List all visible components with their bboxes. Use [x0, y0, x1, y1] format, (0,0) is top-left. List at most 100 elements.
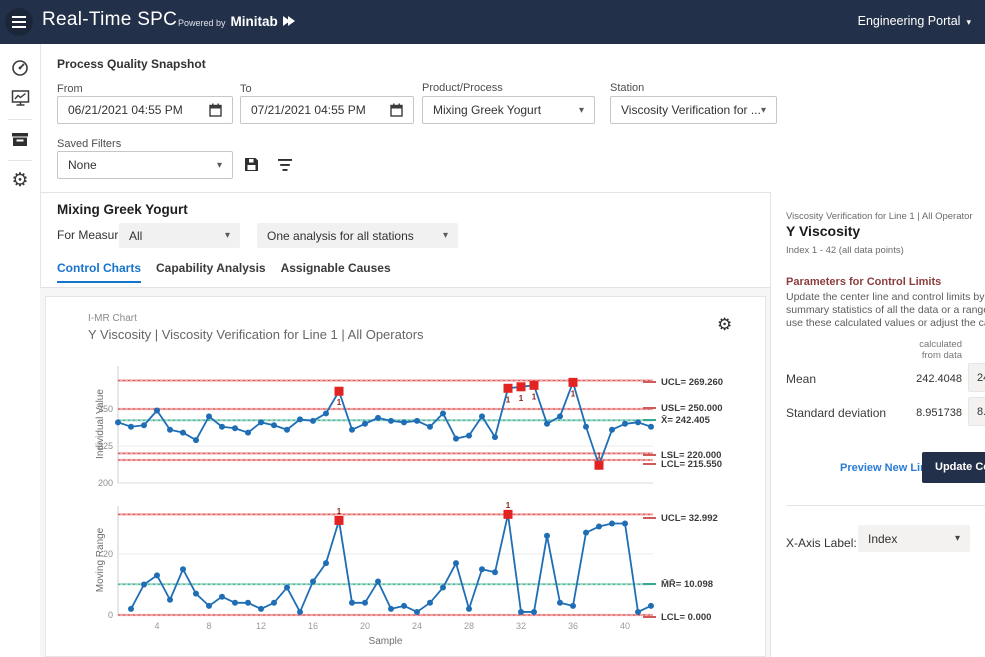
- data-point[interactable]: [375, 415, 381, 421]
- data-point[interactable]: [167, 597, 173, 603]
- save-filter-button[interactable]: [243, 156, 260, 178]
- data-point[interactable]: [180, 430, 186, 436]
- chart-settings-button[interactable]: ⚙: [717, 315, 732, 335]
- data-point[interactable]: [167, 427, 173, 433]
- data-point[interactable]: [388, 418, 394, 424]
- data-point[interactable]: [232, 600, 238, 606]
- out-of-control-point[interactable]: [335, 387, 344, 396]
- data-point[interactable]: [453, 436, 459, 442]
- xaxis-select[interactable]: Index ▾: [858, 525, 970, 552]
- out-of-control-point[interactable]: [335, 516, 344, 525]
- data-point[interactable]: [388, 606, 394, 612]
- data-point[interactable]: [622, 521, 628, 527]
- mean-input[interactable]: 242.4048: [968, 363, 985, 392]
- sidebar-item-storage[interactable]: [0, 126, 40, 152]
- data-point[interactable]: [154, 572, 160, 578]
- data-point[interactable]: [401, 419, 407, 425]
- data-point[interactable]: [115, 419, 121, 425]
- data-point[interactable]: [258, 606, 264, 612]
- tab-assignable-causes[interactable]: Assignable Causes: [281, 261, 391, 283]
- data-point[interactable]: [310, 578, 316, 584]
- data-point[interactable]: [479, 566, 485, 572]
- data-point[interactable]: [518, 609, 524, 615]
- out-of-control-point[interactable]: [530, 381, 539, 390]
- data-point[interactable]: [427, 424, 433, 430]
- data-point[interactable]: [401, 603, 407, 609]
- data-point[interactable]: [609, 427, 615, 433]
- data-point[interactable]: [258, 419, 264, 425]
- stddev-input[interactable]: 8.951738: [968, 397, 985, 426]
- tab-control-charts[interactable]: Control Charts: [57, 261, 141, 283]
- saved-filters-select[interactable]: None ▾: [57, 151, 233, 179]
- data-point[interactable]: [193, 591, 199, 597]
- data-point[interactable]: [310, 418, 316, 424]
- moving-range-chart[interactable]: 020481216202428323640SampleMoving Range1…: [95, 498, 670, 650]
- data-point[interactable]: [583, 424, 589, 430]
- data-point[interactable]: [583, 530, 589, 536]
- out-of-control-point[interactable]: [504, 384, 513, 393]
- data-point[interactable]: [544, 533, 550, 539]
- data-point[interactable]: [349, 600, 355, 606]
- data-point[interactable]: [128, 424, 134, 430]
- sidebar-item-charts[interactable]: [0, 85, 40, 111]
- data-point[interactable]: [141, 422, 147, 428]
- data-point[interactable]: [206, 603, 212, 609]
- data-point[interactable]: [531, 609, 537, 615]
- data-point[interactable]: [141, 582, 147, 588]
- out-of-control-point[interactable]: [504, 510, 513, 519]
- data-point[interactable]: [128, 606, 134, 612]
- data-point[interactable]: [440, 585, 446, 591]
- data-point[interactable]: [479, 413, 485, 419]
- data-point[interactable]: [219, 594, 225, 600]
- data-point[interactable]: [414, 609, 420, 615]
- data-point[interactable]: [466, 433, 472, 439]
- data-point[interactable]: [232, 425, 238, 431]
- data-point[interactable]: [414, 418, 420, 424]
- out-of-control-point[interactable]: [517, 382, 526, 391]
- data-point[interactable]: [557, 413, 563, 419]
- data-point[interactable]: [323, 410, 329, 416]
- data-point[interactable]: [297, 609, 303, 615]
- station-select[interactable]: Viscosity Verification for ... ▾: [610, 96, 777, 124]
- data-point[interactable]: [609, 521, 615, 527]
- stations-mode-select[interactable]: One analysis for all stations ▾: [257, 223, 458, 248]
- data-point[interactable]: [323, 560, 329, 566]
- data-point[interactable]: [245, 600, 251, 606]
- portal-menu[interactable]: Engineering Portal▾: [858, 14, 971, 28]
- data-point[interactable]: [349, 427, 355, 433]
- data-point[interactable]: [284, 585, 290, 591]
- data-point[interactable]: [440, 410, 446, 416]
- hamburger-menu-button[interactable]: [5, 8, 33, 36]
- data-point[interactable]: [271, 600, 277, 606]
- data-point[interactable]: [284, 427, 290, 433]
- data-point[interactable]: [362, 600, 368, 606]
- data-point[interactable]: [570, 603, 576, 609]
- from-date-input[interactable]: 06/21/2021 04:55 PM: [57, 96, 233, 124]
- data-point[interactable]: [635, 609, 641, 615]
- measure-select[interactable]: All ▾: [119, 223, 240, 248]
- data-point[interactable]: [557, 600, 563, 606]
- data-point[interactable]: [154, 407, 160, 413]
- to-date-input[interactable]: 07/21/2021 04:55 PM: [240, 96, 414, 124]
- data-point[interactable]: [362, 421, 368, 427]
- data-point[interactable]: [297, 416, 303, 422]
- data-point[interactable]: [193, 437, 199, 443]
- sidebar-item-settings[interactable]: ⚙: [0, 167, 40, 193]
- data-point[interactable]: [180, 566, 186, 572]
- out-of-control-point[interactable]: [569, 378, 578, 387]
- data-point[interactable]: [492, 434, 498, 440]
- data-point[interactable]: [375, 578, 381, 584]
- filter-button[interactable]: [277, 158, 293, 177]
- data-point[interactable]: [648, 603, 654, 609]
- data-point[interactable]: [466, 606, 472, 612]
- data-point[interactable]: [206, 413, 212, 419]
- update-control-limits-button[interactable]: Update Control Limits: [922, 452, 985, 483]
- data-point[interactable]: [427, 600, 433, 606]
- data-point[interactable]: [544, 421, 550, 427]
- out-of-control-point[interactable]: [595, 461, 604, 470]
- data-point[interactable]: [271, 422, 277, 428]
- data-point[interactable]: [635, 419, 641, 425]
- data-point[interactable]: [596, 524, 602, 530]
- data-point[interactable]: [492, 569, 498, 575]
- individuals-chart[interactable]: 200225250Individual Value111111: [95, 354, 670, 490]
